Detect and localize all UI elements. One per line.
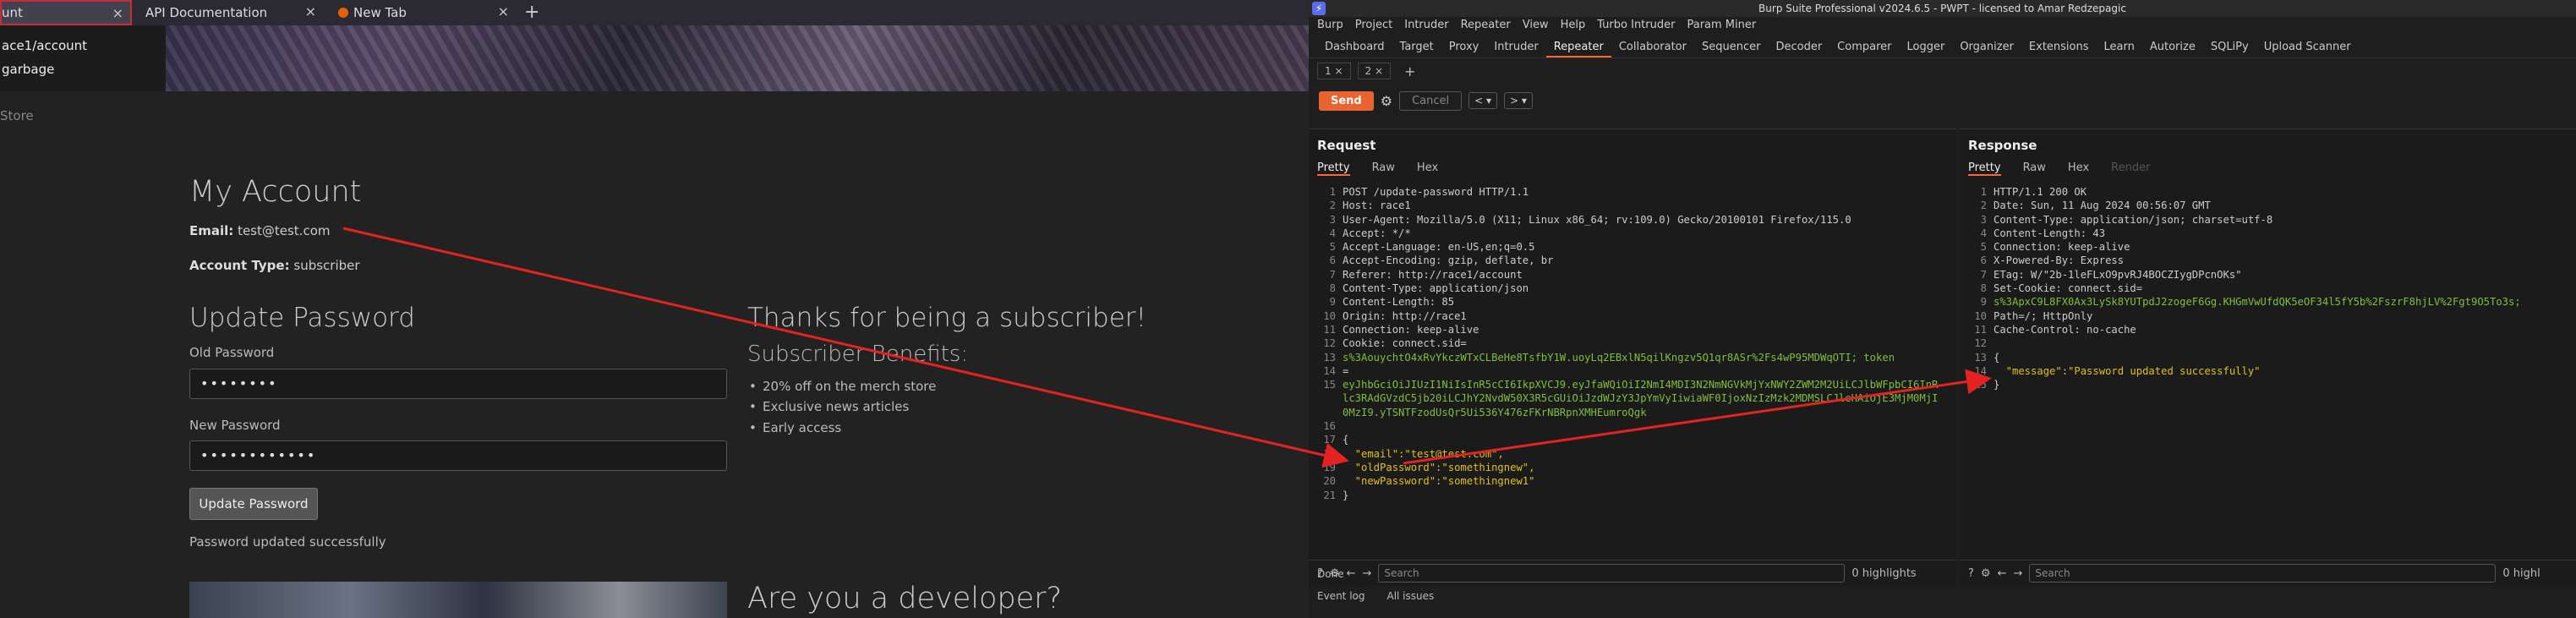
arrow-email-to-request <box>342 227 1349 468</box>
arrow-request-to-response <box>1403 369 1992 465</box>
annotation-arrows <box>342 227 1992 468</box>
